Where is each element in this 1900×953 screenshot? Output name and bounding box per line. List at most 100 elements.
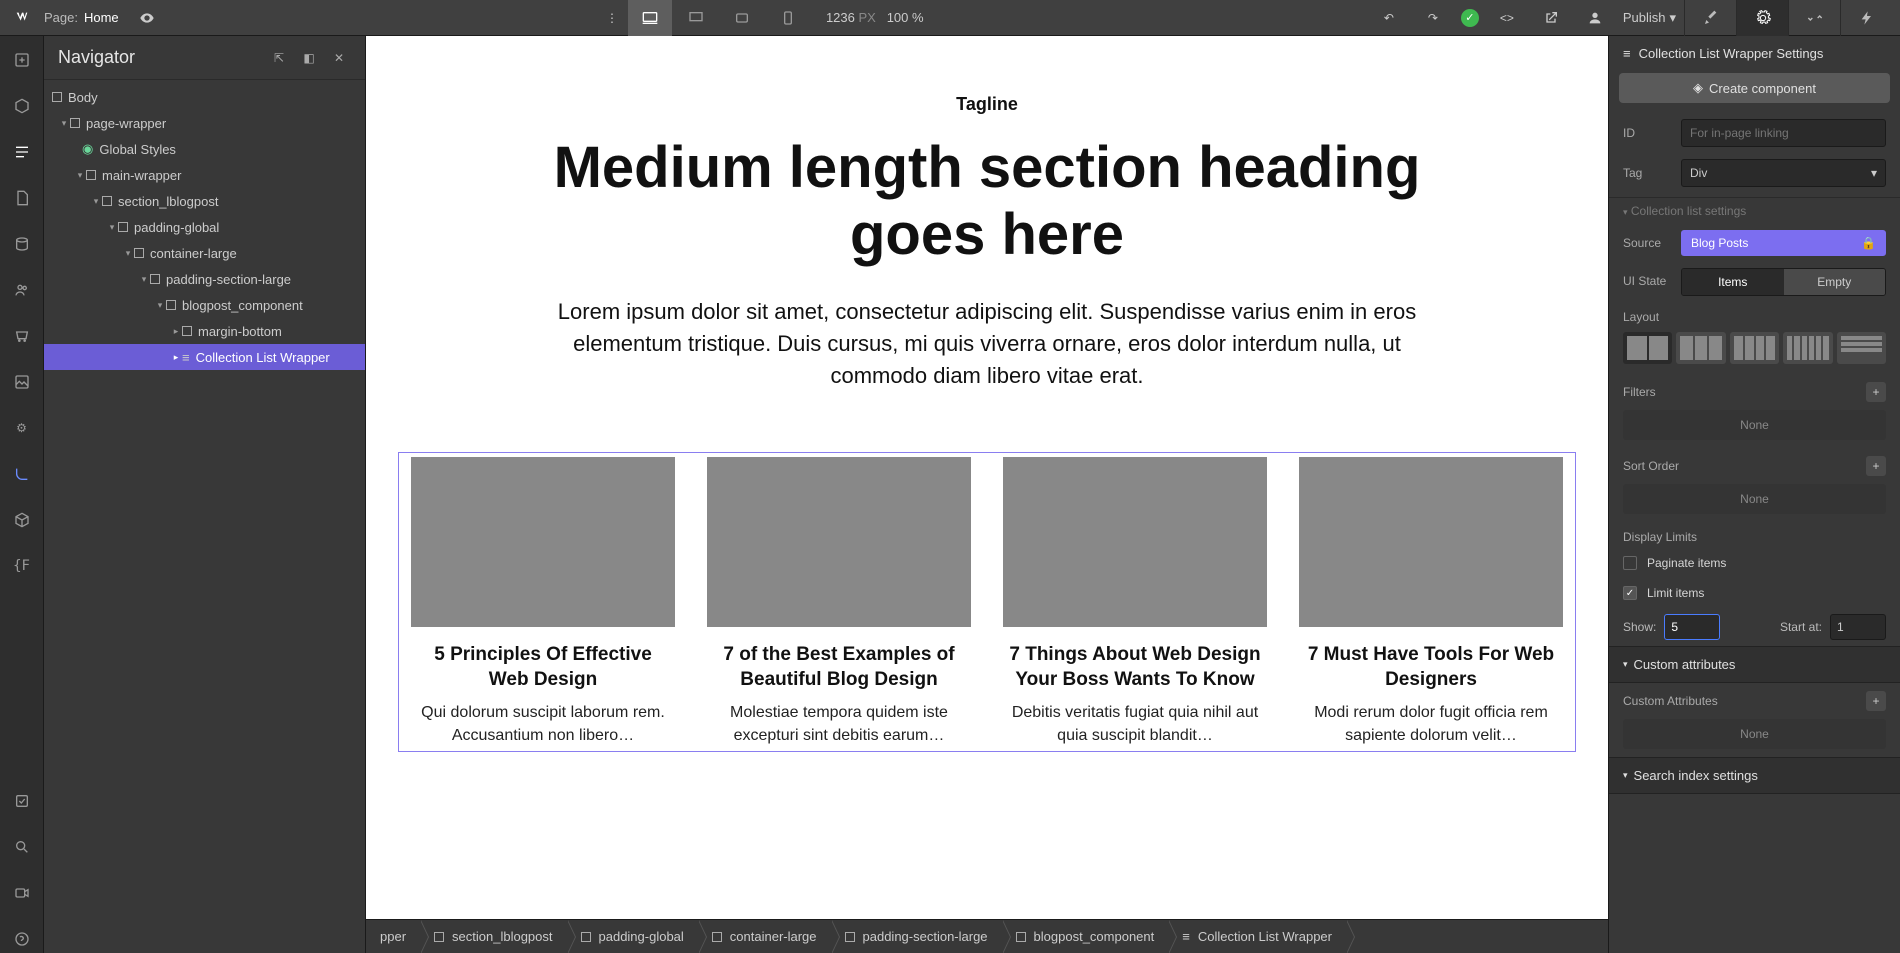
tree-container[interactable]: ▾container-large — [44, 240, 365, 266]
top-bar: Page: Home ⋮ 1236 PX 100 % ↶ ↷ ✓ <> Publ… — [0, 0, 1900, 36]
more-menu-icon[interactable]: ⋮ — [596, 2, 628, 34]
tablet-portrait-btn[interactable] — [766, 0, 810, 36]
post-excerpt: Modi rerum dolor fugit officia rem sapie… — [1299, 702, 1563, 747]
share-icon[interactable] — [1535, 2, 1567, 34]
publish-button[interactable]: Publish ▾ — [1623, 10, 1676, 26]
add-filter-button[interactable]: + — [1866, 382, 1886, 402]
layout-6col[interactable] — [1783, 332, 1832, 364]
laptop-device-btn[interactable] — [674, 0, 718, 36]
status-ok-icon[interactable]: ✓ — [1461, 9, 1479, 27]
users-icon[interactable] — [8, 276, 36, 304]
uistate-empty[interactable]: Empty — [1784, 269, 1886, 295]
breadcrumb-bar: pper section_lblogpost padding-global co… — [366, 919, 1608, 953]
crumb[interactable]: padding-section-large — [831, 920, 1002, 953]
tree-main-wrapper[interactable]: ▾main-wrapper — [44, 162, 365, 188]
add-attribute-button[interactable]: + — [1866, 691, 1886, 711]
cube-icon[interactable] — [8, 92, 36, 120]
display-limits-label: Display Limits — [1609, 522, 1900, 548]
close-icon[interactable]: ✕ — [327, 46, 351, 70]
logic-icon[interactable] — [8, 460, 36, 488]
video-icon[interactable] — [8, 879, 36, 907]
right-actions: ↶ ↷ ✓ <> Publish ▾ — [1373, 2, 1684, 34]
crumb[interactable]: pper — [366, 920, 420, 953]
crumb[interactable]: blogpost_component — [1002, 920, 1169, 953]
source-select[interactable]: Blog Posts🔒 — [1681, 230, 1886, 256]
tree-page-wrapper[interactable]: ▾page-wrapper — [44, 110, 365, 136]
paginate-checkbox[interactable] — [1623, 556, 1637, 570]
tag-select[interactable]: Div▾ — [1681, 159, 1886, 187]
webflow-logo[interactable] — [8, 4, 36, 32]
add-element-icon[interactable] — [8, 46, 36, 74]
pin-icon[interactable]: ⇱ — [267, 46, 291, 70]
tree-section[interactable]: ▾section_lblogpost — [44, 188, 365, 214]
custom-attributes-section[interactable]: ▾Custom attributes — [1609, 646, 1900, 683]
navigator-icon[interactable] — [8, 138, 36, 166]
brush-tab[interactable] — [1684, 0, 1736, 36]
publish-label: Publish — [1623, 10, 1666, 25]
interactions-tab[interactable] — [1788, 0, 1840, 36]
limit-items-label: Limit items — [1647, 586, 1704, 600]
user-icon[interactable] — [1579, 2, 1611, 34]
tree-collection-wrapper[interactable]: ▸≡Collection List Wrapper — [44, 344, 365, 370]
search-icon[interactable] — [8, 833, 36, 861]
pages-icon[interactable] — [8, 184, 36, 212]
tree-component[interactable]: ▾blogpost_component — [44, 292, 365, 318]
layout-rows[interactable] — [1837, 332, 1886, 364]
limit-items-checkbox[interactable]: ✓ — [1623, 586, 1637, 600]
crumb[interactable]: padding-global — [567, 920, 698, 953]
page-label: Page: — [44, 10, 78, 25]
dock-icon[interactable]: ◧ — [297, 46, 321, 70]
uistate-label: UI State — [1623, 268, 1671, 296]
tagline: Tagline — [386, 94, 1588, 115]
help-icon[interactable] — [8, 925, 36, 953]
navigator-tree: Body ▾page-wrapper ◉Global Styles ▾main-… — [44, 80, 365, 953]
audit-icon[interactable] — [8, 787, 36, 815]
canvas-content[interactable]: Tagline Medium length section heading go… — [366, 36, 1608, 919]
tree-margin-bottom[interactable]: ▸margin-bottom — [44, 318, 365, 344]
ecommerce-icon[interactable] — [8, 322, 36, 350]
navigator-header: Navigator ⇱ ◧ ✕ — [44, 36, 365, 80]
id-input[interactable] — [1681, 119, 1886, 147]
uistate-items[interactable]: Items — [1682, 269, 1784, 295]
desktop-device-btn[interactable] — [628, 0, 672, 36]
page-selector[interactable]: Page: Home — [44, 10, 119, 25]
show-input[interactable] — [1664, 614, 1720, 640]
tree-global-styles[interactable]: ◉Global Styles — [44, 136, 365, 162]
source-label: Source — [1623, 236, 1671, 250]
package-icon[interactable] — [8, 506, 36, 534]
post-title: 7 Must Have Tools For Web Designers — [1299, 643, 1563, 692]
blog-post-card: 7 Things About Web Design Your Boss Want… — [1003, 457, 1267, 747]
post-excerpt: Qui dolorum suscipit laborum rem. Accusa… — [411, 702, 675, 747]
assets-icon[interactable] — [8, 368, 36, 396]
lead-paragraph: Lorem ipsum dolor sit amet, consectetur … — [537, 296, 1437, 392]
search-index-section[interactable]: ▾Search index settings — [1609, 757, 1900, 794]
start-input[interactable] — [1830, 614, 1886, 640]
tablet-landscape-btn[interactable] — [720, 0, 764, 36]
cms-icon[interactable] — [8, 230, 36, 258]
layout-4col[interactable] — [1730, 332, 1779, 364]
layout-2col[interactable] — [1623, 332, 1672, 364]
variables-icon[interactable]: {F — [8, 552, 36, 580]
tree-padding-section[interactable]: ▾padding-section-large — [44, 266, 365, 292]
create-component-button[interactable]: ◈ Create component — [1619, 73, 1890, 103]
redo-icon[interactable]: ↷ — [1417, 2, 1449, 34]
undo-icon[interactable]: ↶ — [1373, 2, 1405, 34]
settings-tab[interactable] — [1736, 0, 1788, 36]
tag-label: Tag — [1623, 166, 1671, 180]
preview-icon[interactable] — [131, 2, 163, 34]
canvas: Tagline Medium length section heading go… — [366, 36, 1608, 953]
sort-label: Sort Order — [1623, 459, 1679, 473]
crumb[interactable]: section_lblogpost — [420, 920, 566, 953]
add-sort-button[interactable]: + — [1866, 456, 1886, 476]
crumb[interactable]: container-large — [698, 920, 831, 953]
zoom-value: 100 % — [887, 10, 924, 25]
code-icon[interactable]: <> — [1491, 2, 1523, 34]
bolt-tab[interactable] — [1840, 0, 1892, 36]
zoom-info[interactable]: 1236 PX 100 % — [826, 10, 924, 25]
tree-padding-global[interactable]: ▾padding-global — [44, 214, 365, 240]
collection-list-selected[interactable]: 5 Principles Of Effective Web Design Qui… — [398, 452, 1576, 752]
tree-body[interactable]: Body — [44, 84, 365, 110]
settings-icon[interactable]: ⚙ — [8, 414, 36, 442]
layout-3col[interactable] — [1676, 332, 1725, 364]
crumb[interactable]: ≡Collection List Wrapper — [1168, 920, 1346, 953]
